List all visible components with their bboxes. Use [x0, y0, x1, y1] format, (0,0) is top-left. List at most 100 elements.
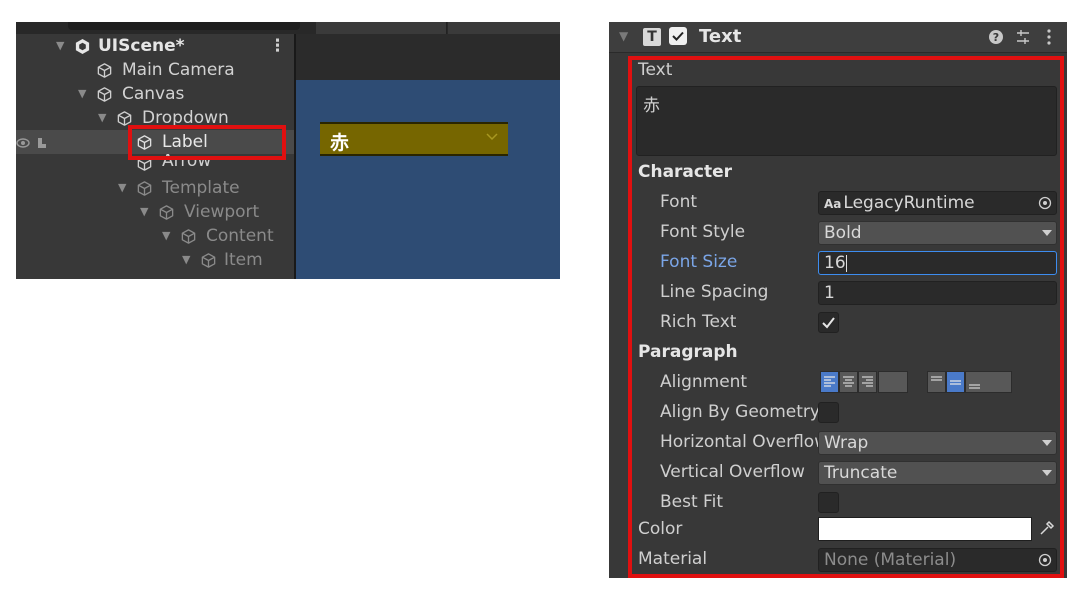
expand-arrow-icon[interactable]: ▼ — [98, 106, 106, 130]
chevron-down-icon — [486, 133, 498, 141]
vertical-overflow-value: Truncate — [824, 463, 898, 483]
visibility-pick-icon[interactable] — [16, 136, 52, 150]
align-middle-button[interactable] — [946, 371, 965, 393]
horizontal-overflow-value: Wrap — [824, 433, 869, 453]
font-value: LegacyRuntime — [843, 193, 975, 213]
align-top-icon — [931, 376, 942, 381]
foldout-arrow-icon[interactable]: ▼ — [619, 29, 628, 43]
checkmark-icon — [822, 317, 835, 329]
game-tab[interactable] — [316, 22, 447, 34]
text-content-value: 赤 — [643, 96, 660, 116]
hierarchy-item-item[interactable]: ▼ Item — [16, 248, 294, 272]
font-size-value: 16 — [824, 253, 846, 273]
hierarchy-item-label: Content — [206, 226, 274, 246]
horizontal-overflow-dropdown[interactable]: Wrap — [818, 431, 1057, 455]
align-bottom-icon — [969, 384, 980, 389]
align-right-icon — [862, 376, 873, 387]
scene-name: UIScene* — [98, 36, 185, 56]
game-view-toolbar — [296, 34, 560, 80]
align-center-button[interactable] — [839, 371, 858, 393]
hierarchy-item-main-camera[interactable]: Main Camera — [16, 58, 294, 82]
line-spacing-input[interactable]: 1 — [818, 281, 1057, 305]
material-value: None (Material) — [824, 550, 957, 570]
ui-dropdown-preview[interactable]: 赤 — [320, 122, 508, 156]
scene-row[interactable]: ▼ UIScene* ⋮ — [16, 34, 294, 58]
chevron-down-icon — [1042, 470, 1052, 476]
hierarchy-scene-panel: ▼ UIScene* ⋮ Main Camera ▼ Canvas ▼ Drop… — [16, 22, 560, 279]
vertical-overflow-dropdown[interactable]: Truncate — [818, 461, 1057, 485]
expand-arrow-icon[interactable]: ▼ — [56, 34, 64, 58]
hierarchy-item-content[interactable]: ▼ Content — [16, 224, 294, 248]
chevron-down-icon — [1042, 230, 1052, 236]
color-swatch[interactable] — [818, 517, 1032, 541]
material-field[interactable]: None (Material) — [818, 548, 1057, 572]
help-icon[interactable]: ? — [989, 30, 1003, 44]
align-right-button[interactable] — [858, 371, 877, 393]
font-size-input[interactable]: 16 — [818, 251, 1057, 275]
font-style-dropdown[interactable]: Bold — [818, 221, 1057, 245]
text-component-icon: T — [643, 28, 661, 46]
display-tab[interactable] — [448, 22, 560, 34]
chevron-down-icon — [1042, 440, 1052, 446]
text-content-area[interactable]: 赤 — [636, 86, 1057, 156]
align-bottom-button[interactable] — [965, 371, 1012, 393]
align-middle-icon — [950, 380, 961, 385]
font-field[interactable]: Aa LegacyRuntime — [818, 191, 1057, 215]
object-picker-icon[interactable] — [1038, 196, 1052, 210]
gameobject-cube-icon — [97, 87, 112, 102]
font-style-value: Bold — [824, 223, 862, 243]
expand-arrow-icon[interactable]: ▼ — [182, 248, 190, 272]
component-title: Text — [699, 26, 742, 47]
alignment-label: Alignment — [660, 372, 748, 392]
svg-text:?: ? — [993, 31, 999, 44]
font-style-label: Font Style — [660, 222, 746, 242]
expand-arrow-icon[interactable]: ▼ — [140, 200, 148, 224]
best-fit-label: Best Fit — [660, 492, 723, 512]
align-top-button[interactable] — [927, 371, 946, 393]
kebab-menu-icon[interactable]: ⋮ — [269, 34, 286, 58]
panel-top-bar — [16, 22, 560, 34]
component-enable-checkbox[interactable] — [669, 27, 687, 45]
expand-arrow-icon[interactable]: ▼ — [162, 224, 170, 248]
hierarchy-item-template[interactable]: ▼ Template — [16, 176, 294, 200]
hierarchy-item-canvas[interactable]: ▼ Canvas — [16, 82, 294, 106]
align-left-icon — [824, 376, 835, 387]
hierarchy-item-label: Main Camera — [122, 60, 235, 80]
paragraph-section-header: Paragraph — [638, 342, 738, 362]
eyedropper-icon[interactable] — [1038, 519, 1056, 537]
object-picker-icon[interactable] — [1038, 553, 1052, 567]
character-section-header: Character — [638, 162, 733, 182]
best-fit-checkbox[interactable] — [818, 492, 839, 513]
font-size-label: Font Size — [660, 252, 738, 272]
gameobject-cube-icon — [97, 63, 112, 78]
align-right-spacer — [878, 371, 908, 393]
text-cursor — [845, 254, 847, 272]
hierarchy-item-label: Template — [162, 178, 240, 198]
hierarchy-item-label: Canvas — [122, 84, 185, 104]
presets-icon[interactable] — [1017, 30, 1029, 44]
vertical-overflow-label: Vertical Overflow — [660, 462, 805, 482]
material-label: Material — [638, 549, 708, 569]
line-spacing-value: 1 — [824, 283, 835, 303]
rich-text-checkbox[interactable] — [818, 312, 839, 333]
font-label: Font — [660, 192, 698, 212]
component-header-icons: ? — [989, 29, 1051, 45]
game-view: 赤 — [296, 80, 560, 279]
dropdown-label-text: 赤 — [330, 132, 350, 154]
align-left-button[interactable] — [820, 371, 839, 393]
text-property-label: Text — [638, 60, 673, 80]
expand-arrow-icon[interactable]: ▼ — [78, 82, 86, 106]
expand-arrow-icon[interactable]: ▼ — [118, 176, 126, 200]
component-header[interactable]: ▼ T Text ? — [609, 22, 1067, 53]
hierarchy-item-viewport[interactable]: ▼ Viewport — [16, 200, 294, 224]
align-center-icon — [843, 376, 854, 387]
rich-text-label: Rich Text — [660, 312, 737, 332]
align-by-geometry-checkbox[interactable] — [818, 402, 839, 423]
gameobject-cube-icon — [137, 181, 152, 196]
horizontal-overflow-label: Horizontal Overflow — [660, 432, 818, 452]
kebab-menu-icon[interactable] — [1047, 29, 1051, 45]
hierarchy-search-field[interactable] — [68, 22, 300, 30]
align-by-geometry-label: Align By Geometry — [660, 402, 820, 422]
gameobject-cube-icon — [159, 205, 174, 220]
font-asset-icon: Aa — [824, 197, 842, 211]
